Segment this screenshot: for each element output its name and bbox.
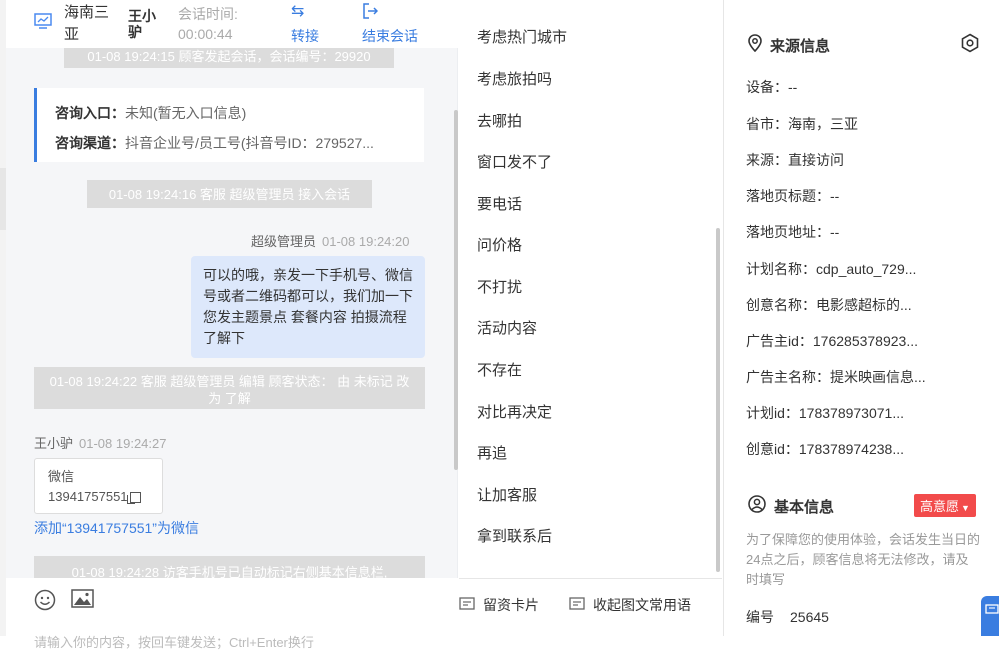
phrase-item[interactable]: 不打扰 — [477, 276, 522, 297]
floating-chat-button[interactable] — [981, 596, 999, 636]
basic-info-title: 基本信息 — [774, 499, 835, 516]
phrase-item[interactable]: 再追 — [477, 442, 507, 463]
inquiry-info-card: 咨询入口：未知(暂无入口信息) 咨询渠道：抖音企业号/员工号(抖音号ID：279… — [34, 88, 424, 162]
phrase-item[interactable]: 活动内容 — [477, 317, 537, 338]
user-circle-icon — [748, 495, 766, 518]
agent-name: 王小驴 — [128, 8, 156, 40]
end-session-button[interactable]: 结束会话 — [362, 2, 418, 46]
settings-icon[interactable] — [960, 33, 980, 56]
collapse-phrases-button[interactable]: 收起图文常用语 — [569, 595, 691, 615]
creative-name-field: 创意名称：电影感超标的... — [746, 297, 912, 313]
chat-icon — [985, 604, 999, 619]
number-value: 25645 — [790, 609, 829, 625]
landing-url-field: 落地页地址：-- — [746, 224, 840, 240]
phrase-item[interactable]: 让加客服 — [477, 484, 537, 505]
session-time: 00:00:44 — [178, 26, 233, 42]
phrase-item[interactable]: 去哪拍 — [477, 110, 522, 131]
source-field: 来源：直接访问 — [746, 152, 844, 168]
add-wechat-link[interactable]: 添加“13941757551”为微信 — [34, 518, 199, 538]
transfer-icon: ⇆ — [291, 3, 305, 20]
channel-label: 咨询渠道： — [55, 135, 125, 151]
entry-value: 未知(暂无入口信息) — [125, 105, 247, 121]
phrase-item[interactable]: 窗口发不了 — [477, 151, 552, 172]
phrases-toolbar: 留资卡片 收起图文常用语 — [459, 578, 722, 636]
collapse-phrases-label: 收起图文常用语 — [593, 597, 691, 613]
plan-id-field: 计划id：178378973071... — [746, 405, 904, 421]
user-meta-name: 王小驴 — [34, 436, 74, 451]
user-message-meta: 王小驴 01-08 19:24:27 — [34, 433, 166, 452]
lead-card-label: 留资卡片 — [483, 597, 539, 613]
entry-label: 咨询入口： — [55, 105, 125, 121]
channel-value: 抖音企业号/员工号(抖音号ID：279527... — [125, 135, 374, 151]
emoji-icon[interactable] — [34, 589, 56, 614]
source-info-title: 来源信息 — [770, 38, 831, 55]
advertiser-id-field: 广告主id：176285378923... — [746, 333, 918, 349]
card-title: 微信 — [48, 469, 75, 484]
province-field: 省市：海南，三亚 — [746, 116, 858, 132]
customer-name: 海南三亚 — [64, 4, 110, 43]
phrase-item[interactable]: 对比再决定 — [477, 401, 552, 422]
copy-icon[interactable] — [126, 491, 141, 504]
chat-panel: 01-08 19:24:15 顾客发起会话，会话编号：29920 咨询入口：未知… — [6, 0, 458, 650]
monitor-chart-icon — [34, 12, 52, 33]
intent-badge-label: 高意愿 — [920, 499, 960, 514]
message-list[interactable]: 01-08 19:24:15 顾客发起会话，会话编号：29920 咨询入口：未知… — [6, 36, 458, 578]
card-value: 13941757551 — [48, 489, 128, 504]
transfer-button[interactable]: ⇆ 转接 — [291, 2, 319, 46]
message-icon — [569, 596, 585, 614]
agent-meta-time: 01-08 19:24:20 — [322, 234, 410, 249]
phrase-item[interactable]: 问价格 — [477, 234, 522, 255]
number-label: 编号 — [746, 609, 774, 625]
end-session-label: 结束会话 — [362, 28, 418, 44]
creative-id-field: 创意id：178378974238... — [746, 441, 904, 457]
phrase-item[interactable]: 要电话 — [477, 193, 522, 214]
agent-message-bubble: 可以的哦，亲发一下手机号、微信号或者二维码都可以，我们加一下您发主题景点 套餐内… — [191, 256, 425, 358]
system-message-agent-joined: 01-08 19:24:16 客服 超级管理员 接入会话 — [87, 180, 372, 208]
phrase-item[interactable]: 不存在 — [477, 359, 522, 380]
wechat-contact-card: 微信 13941757551 — [34, 458, 163, 514]
basic-info-heading: 基本信息 — [748, 495, 834, 518]
message-input[interactable]: 请输入你的内容，按回车键发送；Ctrl+Enter换行 — [34, 632, 314, 651]
user-meta-time: 01-08 19:24:27 — [79, 436, 167, 451]
phrases-scrollbar[interactable] — [716, 228, 720, 572]
source-info-heading: 来源信息 — [748, 34, 830, 57]
caret-down-icon: ▼ — [961, 503, 970, 513]
edit-notice: 为了保障您的使用体验，会话发生当日的24点之后，顾客信息将无法修改，请及时填写 — [746, 532, 981, 587]
device-field: 设备：-- — [746, 79, 798, 95]
chat-header: 海南三亚 王小驴 会话时间: 00:00:44 ⇆ 转接 结束会话 — [6, 0, 458, 48]
exit-icon — [362, 2, 379, 22]
location-pin-icon — [748, 34, 762, 57]
chat-scrollbar[interactable] — [454, 110, 458, 470]
phrase-item[interactable]: 考虑热门城市 — [477, 26, 567, 47]
session-time-label: 会话时间: — [178, 6, 238, 22]
image-icon[interactable] — [71, 588, 94, 613]
common-phrases-panel: 考虑热门城市 考虑旅拍吗 去哪拍 窗口发不了 要电话 问价格 不打扰 活动内容 … — [459, 0, 722, 636]
number-field: 编号 25645 — [746, 607, 829, 627]
phrase-item[interactable]: 拿到联系后 — [477, 525, 552, 546]
system-message-status-change: 01-08 19:24:22 客服 超级管理员 编辑 顾客状态： 由 未标记 改… — [34, 367, 425, 409]
system-message-phone-marked: 01-08 19:24:28 访客手机号已自动标记右侧基本信息栏, — [34, 556, 425, 578]
intent-badge[interactable]: 高意愿 ▼ — [914, 494, 976, 517]
plan-name-field: 计划名称：cdp_auto_729... — [746, 261, 917, 277]
customer-info-panel: 来源信息 设备：-- 省市：海南，三亚 来源：直接访问 落地页标题：-- 落地页… — [723, 0, 999, 636]
advertiser-name-field: 广告主名称：提米映画信息... — [746, 369, 926, 385]
chat-toolbar: 请输入你的内容，按回车键发送；Ctrl+Enter换行 — [6, 578, 458, 650]
card-icon — [459, 596, 475, 614]
transfer-label: 转接 — [291, 28, 319, 44]
agent-message-meta: 超级管理员 01-08 19:24:20 — [251, 231, 409, 250]
agent-meta-name: 超级管理员 — [251, 234, 317, 249]
phrase-item[interactable]: 考虑旅拍吗 — [477, 68, 552, 89]
lead-card-button[interactable]: 留资卡片 — [459, 595, 539, 615]
landing-title-field: 落地页标题：-- — [746, 188, 840, 204]
